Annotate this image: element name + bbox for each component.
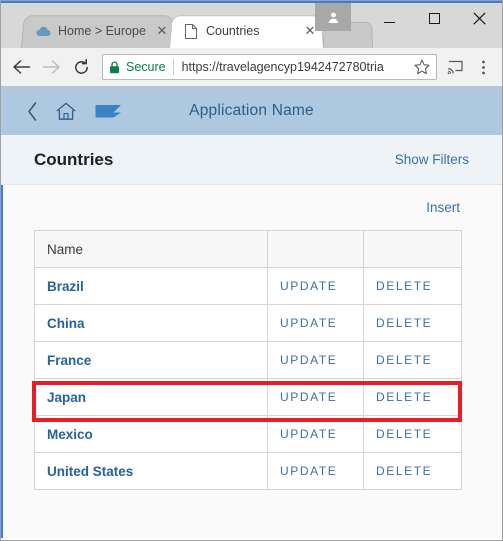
flag-icon xyxy=(95,104,121,117)
browser-toolbar: Secure https://travelagencyp1942472780tr… xyxy=(1,48,502,87)
app-flag-button[interactable] xyxy=(91,94,125,128)
browser-tab-strip: Home > Europe ( ✕ Countries ✕ xyxy=(1,1,502,48)
country-name-link[interactable]: Brazil xyxy=(34,267,268,305)
delete-link[interactable]: DELETE xyxy=(363,378,462,416)
country-name-link[interactable]: Japan xyxy=(34,378,268,416)
cloud-icon xyxy=(35,23,51,39)
app-header-bar: Application Name xyxy=(1,87,502,135)
arrow-right-icon xyxy=(42,60,60,74)
browser-tab-countries[interactable]: Countries ✕ xyxy=(169,14,324,48)
delete-link[interactable]: DELETE xyxy=(363,341,462,379)
column-header-delete xyxy=(363,230,462,268)
close-icon xyxy=(473,11,486,25)
column-header-update xyxy=(267,230,364,268)
country-name-link[interactable]: United States xyxy=(34,452,268,490)
delete-link[interactable]: DELETE xyxy=(363,304,462,342)
table-row: China UPDATE DELETE xyxy=(34,304,462,342)
chrome-menu-button[interactable] xyxy=(469,52,497,82)
update-link[interactable]: UPDATE xyxy=(267,415,364,453)
table-row: France UPDATE DELETE xyxy=(34,341,462,379)
tab-title: Countries xyxy=(206,24,260,38)
table-head: Name xyxy=(34,230,462,268)
home-icon xyxy=(56,102,76,120)
country-name-link[interactable]: China xyxy=(34,304,268,342)
update-link[interactable]: UPDATE xyxy=(267,304,364,342)
close-window-button[interactable] xyxy=(457,3,502,33)
update-link[interactable]: UPDATE xyxy=(267,267,364,305)
omnibox-divider xyxy=(172,59,174,75)
browser-window: Home > Europe ( ✕ Countries ✕ Secure htt… xyxy=(0,0,503,541)
browser-tab-home-europe[interactable]: Home > Europe ( ✕ xyxy=(21,14,176,48)
tab-title: Home > Europe ( xyxy=(58,24,147,38)
update-link[interactable]: UPDATE xyxy=(267,378,364,416)
back-button[interactable] xyxy=(6,52,36,82)
maximize-button[interactable] xyxy=(412,3,457,33)
person-icon xyxy=(328,12,338,23)
cast-button[interactable] xyxy=(441,52,469,82)
table-row-highlighted: Japan UPDATE DELETE xyxy=(34,378,462,416)
url-text[interactable]: https://travelagencyp1942472780tria xyxy=(182,60,412,74)
update-link[interactable]: UPDATE xyxy=(267,341,364,379)
countries-table: Name Brazil UPDATE DELETE China UPDATE D xyxy=(34,230,462,490)
update-link[interactable]: UPDATE xyxy=(267,452,364,490)
table-row: United States UPDATE DELETE xyxy=(34,452,462,490)
profile-avatar-button[interactable] xyxy=(315,3,351,31)
table-row: Brazil UPDATE DELETE xyxy=(34,267,462,305)
chevron-left-icon xyxy=(27,101,36,121)
table-header-row: Name xyxy=(34,230,462,268)
app-home-button[interactable] xyxy=(49,94,83,128)
page-subheader: Countries Show Filters xyxy=(1,135,502,185)
window-controls xyxy=(315,3,502,33)
app-back-button[interactable] xyxy=(15,94,49,128)
page-icon xyxy=(183,23,199,39)
arrow-left-icon xyxy=(12,60,30,74)
page-content: Insert Name Brazil UPDATE DELETE China U… xyxy=(1,185,502,538)
cast-icon xyxy=(447,60,463,74)
delete-link[interactable]: DELETE xyxy=(363,415,462,453)
close-icon[interactable]: ✕ xyxy=(154,23,170,39)
table-row: Mexico UPDATE DELETE xyxy=(34,415,462,453)
page-viewport: Application Name Countries Show Filters … xyxy=(1,87,502,539)
reload-icon xyxy=(74,58,88,74)
address-bar[interactable]: Secure https://travelagencyp1942472780tr… xyxy=(102,54,437,80)
insert-link[interactable]: Insert xyxy=(426,200,460,215)
show-filters-link[interactable]: Show Filters xyxy=(395,152,469,167)
table-body: Brazil UPDATE DELETE China UPDATE DELETE… xyxy=(34,267,462,490)
forward-button xyxy=(36,52,66,82)
insert-toolbar: Insert xyxy=(34,185,471,230)
country-name-link[interactable]: France xyxy=(34,341,268,379)
page-title: Countries xyxy=(34,149,114,169)
bookmark-star-icon[interactable] xyxy=(414,59,430,75)
country-name-link[interactable]: Mexico xyxy=(34,415,268,453)
delete-link[interactable]: DELETE xyxy=(363,267,462,305)
reload-button[interactable] xyxy=(66,52,96,82)
minimize-button[interactable] xyxy=(367,3,412,33)
delete-link[interactable]: DELETE xyxy=(363,452,462,490)
column-header-name: Name xyxy=(34,230,268,268)
kebab-menu-icon xyxy=(481,60,485,74)
secure-label: Secure xyxy=(126,60,166,74)
lock-icon xyxy=(109,60,120,74)
